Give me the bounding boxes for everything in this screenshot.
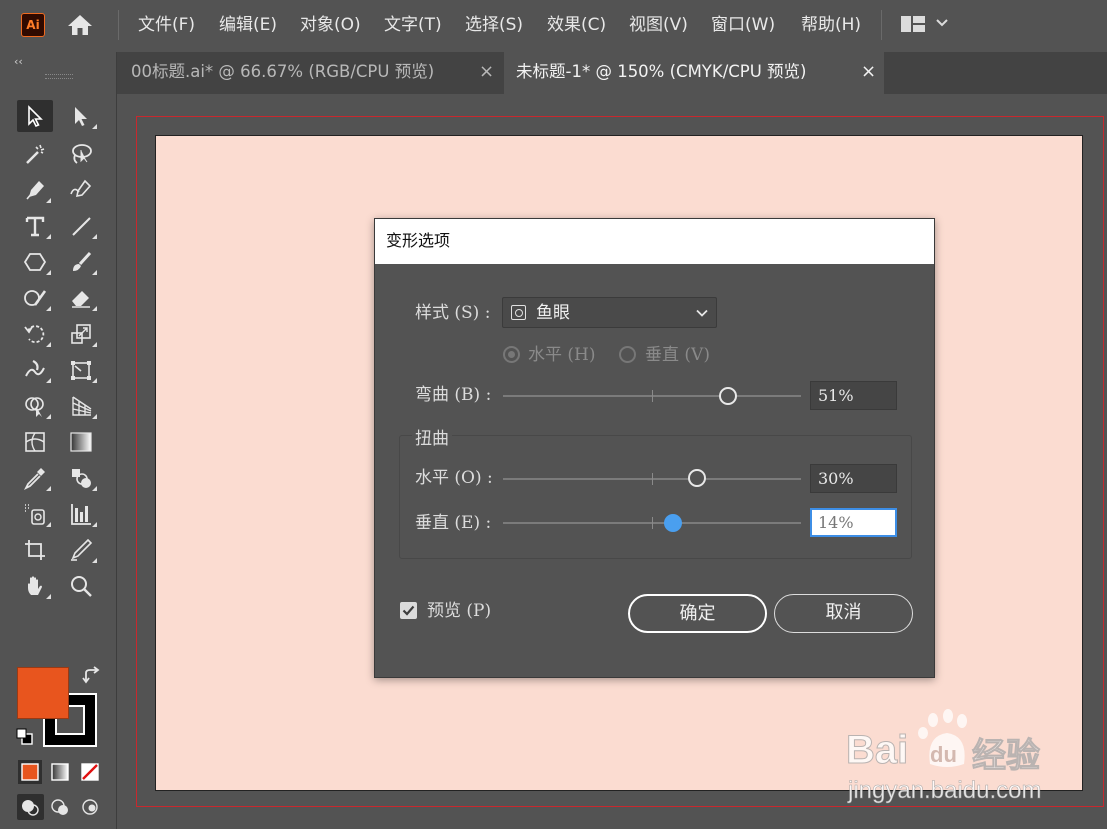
dialog-title: 变形选项 (375, 219, 934, 264)
horizontal-radio[interactable] (503, 346, 520, 363)
shape-builder-tool-icon[interactable] (17, 390, 53, 422)
preview-checkbox[interactable] (400, 602, 417, 619)
fisheye-icon (511, 305, 526, 320)
workspace-switcher-icon[interactable] (900, 15, 926, 33)
menu-file[interactable]: 文件(F) (138, 13, 195, 37)
eyedropper-tool-icon[interactable] (17, 462, 53, 494)
paintbrush-tool-icon[interactable] (63, 246, 99, 278)
menu-select[interactable]: 选择(S) (465, 13, 523, 37)
color-mode-button[interactable] (18, 760, 42, 784)
ok-button[interactable]: 确定 (628, 594, 767, 633)
default-fill-stroke-icon[interactable] (16, 728, 34, 746)
pen-tool-icon[interactable] (17, 174, 53, 206)
distort-horizontal-knob[interactable] (687, 469, 706, 487)
slider-center-tick (652, 517, 653, 529)
menu-separator (881, 10, 882, 40)
menu-window[interactable]: 窗口(W) (711, 13, 775, 37)
tab-document-2[interactable]: 未标题-1* @ 150% (CMYK/CPU 预览) × (504, 52, 884, 94)
symbol-sprayer-tool-icon[interactable] (17, 498, 53, 530)
menu-effect[interactable]: 效果(C) (547, 13, 606, 37)
tab-document-1[interactable]: 00标题.ai* @ 66.67% (RGB/CPU 预览) × (117, 52, 504, 94)
gradient-tool-icon[interactable] (63, 426, 99, 458)
fill-color-swatch[interactable] (17, 667, 69, 719)
type-tool-icon[interactable] (17, 210, 53, 242)
perspective-grid-tool-icon[interactable] (63, 390, 99, 422)
svg-text:du: du (930, 742, 957, 767)
none-mode-button[interactable] (78, 760, 102, 784)
distort-vertical-label: 垂直 (E) : (415, 513, 492, 533)
menu-separator (118, 10, 119, 40)
chevron-down-icon (696, 309, 708, 317)
slider-center-tick (652, 473, 653, 485)
document-tabs: 00标题.ai* @ 66.67% (RGB/CPU 预览) × 未标题-1* … (117, 52, 1107, 94)
curvature-tool-icon[interactable] (63, 174, 99, 206)
bend-slider-knob[interactable] (718, 387, 737, 405)
warp-tool-icon[interactable] (17, 354, 53, 386)
cancel-button[interactable]: 取消 (774, 594, 913, 633)
menu-bar: Ai 文件(F) 编辑(E) 对象(O) 文字(T) 选择(S) 效果(C) 视… (0, 0, 1107, 50)
checkmark-icon (402, 605, 415, 616)
tab-label: 00标题.ai* @ 66.67% (RGB/CPU 预览) (131, 62, 435, 81)
menu-help[interactable]: 帮助(H) (801, 13, 861, 37)
direct-selection-tool-icon[interactable] (63, 100, 99, 132)
draw-normal-icon[interactable] (17, 794, 44, 820)
distort-horizontal-value-field[interactable]: 30% (810, 464, 897, 493)
close-icon[interactable]: × (861, 52, 876, 92)
column-graph-tool-icon[interactable] (63, 498, 99, 530)
tools-panel: ‹‹ (0, 52, 117, 829)
blend-tool-icon[interactable] (63, 462, 99, 494)
swap-fill-stroke-icon[interactable] (82, 666, 102, 686)
bend-value-field[interactable]: 51% (810, 381, 897, 410)
horizontal-radio-label: 水平 (H) (528, 345, 596, 365)
app-logo: Ai (21, 13, 45, 37)
distort-vertical-knob[interactable] (663, 514, 682, 532)
watermark-brand: Bai (845, 728, 909, 773)
draw-behind-icon[interactable] (47, 794, 74, 820)
style-dropdown[interactable]: 鱼眼 (502, 297, 717, 328)
vertical-radio[interactable] (619, 346, 636, 363)
slider-center-tick (652, 390, 653, 402)
menu-edit[interactable]: 编辑(E) (219, 13, 277, 37)
slice-tool-icon[interactable] (63, 534, 99, 566)
preview-label: 预览 (P) (427, 601, 492, 621)
draw-inside-icon[interactable] (77, 794, 104, 820)
distort-horizontal-label: 水平 (O) : (415, 468, 493, 488)
vertical-radio-label: 垂直 (V) (645, 345, 710, 365)
close-icon[interactable]: × (479, 52, 494, 92)
menu-object[interactable]: 对象(O) (300, 13, 361, 37)
distortion-group-title: 扭曲 (412, 427, 452, 451)
zoom-tool-icon[interactable] (63, 570, 99, 602)
watermark-url: jingyan.baidu.com (848, 777, 1042, 804)
distortion-group (399, 435, 912, 559)
panel-grip[interactable] (45, 74, 73, 79)
menu-type[interactable]: 文字(T) (384, 13, 442, 37)
magic-wand-tool-icon[interactable] (17, 138, 53, 170)
home-icon[interactable] (66, 13, 94, 37)
eraser-tool-icon[interactable] (63, 282, 99, 314)
free-transform-tool-icon[interactable] (63, 354, 99, 386)
lasso-tool-icon[interactable] (63, 138, 99, 170)
artboard-tool-icon[interactable] (17, 534, 53, 566)
line-segment-tool-icon[interactable] (63, 210, 99, 242)
bend-label: 弯曲 (B) : (415, 385, 492, 405)
baidu-watermark: du Bai 经验 jingyan.baidu.com (826, 706, 1056, 806)
hand-tool-icon[interactable] (17, 570, 53, 602)
tab-label: 未标题-1* @ 150% (CMYK/CPU 预览) (516, 62, 807, 81)
selection-tool-icon[interactable] (17, 100, 53, 132)
distort-vertical-value-field[interactable]: 14% (810, 508, 897, 537)
menu-view[interactable]: 视图(V) (629, 13, 688, 37)
style-value: 鱼眼 (536, 303, 570, 323)
style-label: 样式 (S) : (415, 303, 491, 323)
collapse-panel-button[interactable]: ‹‹ (14, 55, 23, 68)
mesh-tool-icon[interactable] (17, 426, 53, 458)
rotate-tool-icon[interactable] (17, 318, 53, 350)
watermark-brand-cn: 经验 (972, 736, 1041, 777)
shaper-tool-icon[interactable] (17, 282, 53, 314)
scale-tool-icon[interactable] (63, 318, 99, 350)
warp-options-dialog: 变形选项 样式 (S) : 鱼眼 水平 (H) 垂直 (V) 弯曲 (B) : … (374, 218, 935, 678)
gradient-mode-button[interactable] (48, 760, 72, 784)
polygon-tool-icon[interactable] (17, 246, 53, 278)
chevron-down-icon[interactable] (935, 15, 949, 29)
